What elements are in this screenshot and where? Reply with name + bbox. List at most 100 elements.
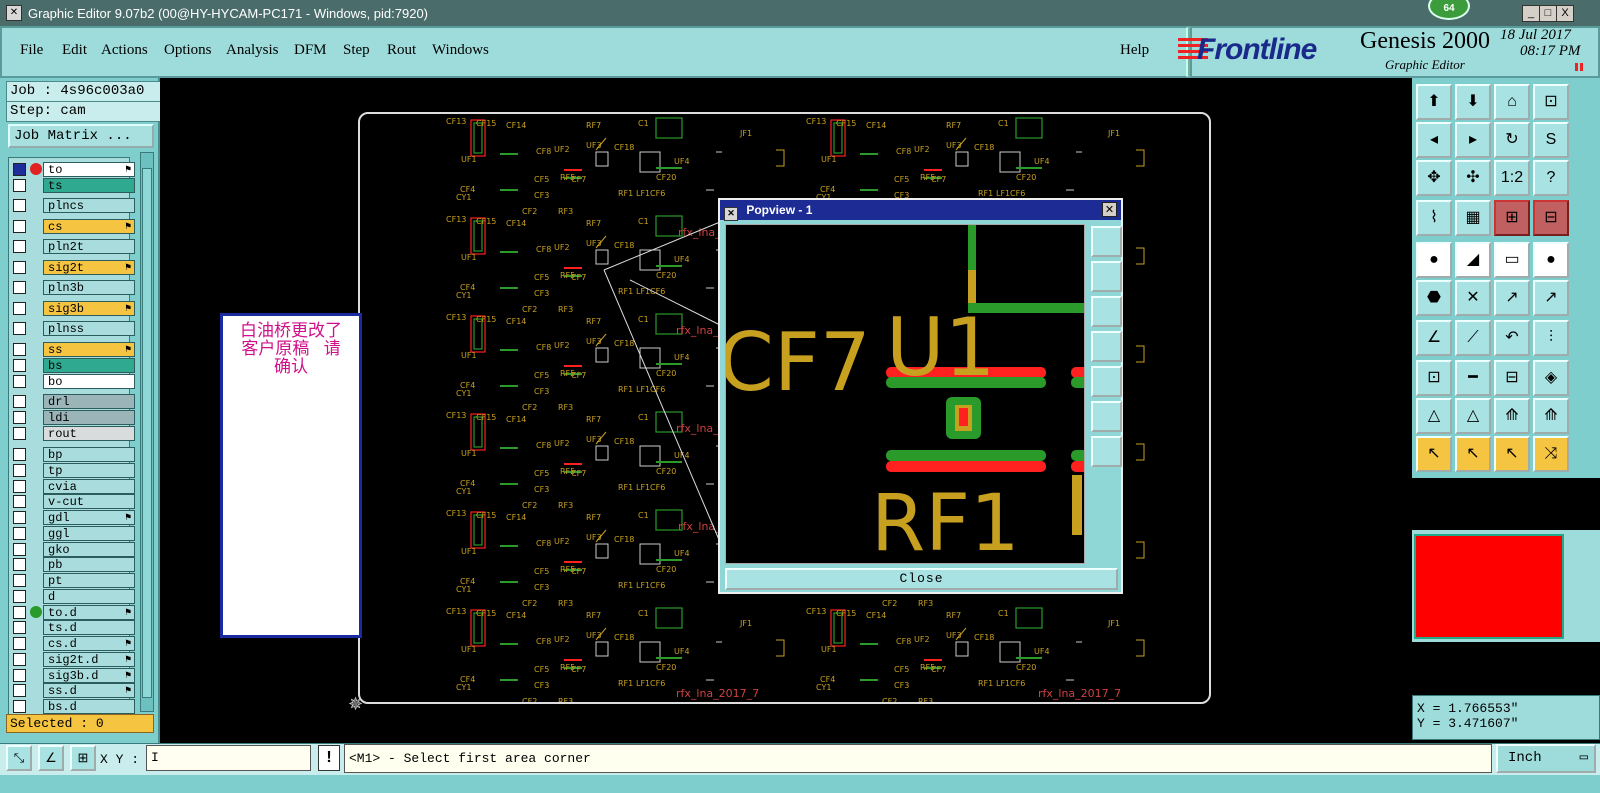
- layer-name[interactable]: rout: [43, 426, 135, 441]
- pointer-path-icon[interactable]: ⤨: [1533, 436, 1569, 472]
- menu-file[interactable]: File: [20, 42, 43, 59]
- popview-zoom-in-icon[interactable]: [1091, 226, 1122, 257]
- layer-checkbox[interactable]: [13, 495, 26, 508]
- menu-step[interactable]: Step: [343, 42, 370, 59]
- pointer-box-icon[interactable]: ↖: [1455, 436, 1491, 472]
- layer-name[interactable]: plncs: [43, 198, 135, 213]
- layer-grid-icon[interactable]: ⊟: [1533, 200, 1569, 236]
- slope-line-icon[interactable]: ⟋: [1455, 320, 1491, 356]
- layer-name[interactable]: tp: [43, 463, 135, 478]
- popview-pan-left-icon[interactable]: [1091, 331, 1122, 362]
- layer-checkbox[interactable]: [13, 220, 26, 233]
- snap-toggle-icon[interactable]: ⌇: [1416, 200, 1452, 236]
- align-tool-icon[interactable]: ⊡: [1416, 360, 1452, 396]
- layer-checkbox[interactable]: [13, 240, 26, 253]
- redraw-icon[interactable]: ↻: [1494, 122, 1530, 158]
- layer-name[interactable]: pln2t: [43, 239, 135, 254]
- layer-name[interactable]: ts.d: [43, 620, 135, 635]
- menu-edit[interactable]: Edit: [62, 42, 87, 59]
- layer-checkbox[interactable]: [13, 511, 26, 524]
- zoom-toggle-icon[interactable]: S: [1533, 122, 1569, 158]
- layer-name[interactable]: sig2t.d ⚑: [43, 652, 135, 667]
- layer-checkbox[interactable]: [13, 464, 26, 477]
- minimize-button[interactable]: _: [1522, 5, 1540, 22]
- layer-name[interactable]: sig2t ⚑: [43, 260, 135, 275]
- popview-fit-icon[interactable]: [1091, 436, 1122, 467]
- xy-input[interactable]: I: [146, 745, 311, 771]
- grid-toggle-icon[interactable]: ▦: [1455, 200, 1491, 236]
- popview-pan-up-icon[interactable]: [1091, 261, 1122, 292]
- area-select-icon[interactable]: ⟰: [1494, 398, 1530, 434]
- layer-checkbox[interactable]: [13, 411, 26, 424]
- zoom-out-icon[interactable]: ✣: [1455, 160, 1491, 196]
- layer-name[interactable]: cvia: [43, 479, 135, 494]
- menu-help[interactable]: Help: [1120, 42, 1149, 59]
- layer-name[interactable]: sig3b ⚑: [43, 301, 135, 316]
- layer-name[interactable]: ss.d ⚑: [43, 683, 135, 698]
- popview-title-bar[interactable]: ✕ Popview - 1: [720, 200, 1121, 221]
- layer-name[interactable]: bo: [43, 374, 135, 389]
- popview-pan-right-icon[interactable]: [1091, 366, 1122, 397]
- layer-checkbox[interactable]: [13, 621, 26, 634]
- job-matrix-button[interactable]: Job Matrix ...: [8, 124, 154, 148]
- overview-map[interactable]: [1414, 534, 1564, 639]
- layer-name[interactable]: v-cut: [43, 494, 135, 509]
- layer-checkbox[interactable]: [13, 343, 26, 356]
- line-draw-icon[interactable]: ◢: [1455, 242, 1491, 278]
- layer-name[interactable]: pt: [43, 573, 135, 588]
- area-select-alt-icon[interactable]: ⟰: [1533, 398, 1569, 434]
- popview-zoom-out-icon[interactable]: [1091, 401, 1122, 432]
- menu-dfm[interactable]: DFM: [294, 42, 327, 59]
- layer-checkbox[interactable]: [13, 653, 26, 666]
- popview-zoom-view[interactable]: CF7 U1 RF1: [725, 224, 1085, 564]
- layer-name[interactable]: plnss: [43, 321, 135, 336]
- snap-mode-icon[interactable]: ⤡: [6, 745, 32, 771]
- pan-left-icon[interactable]: ◂: [1416, 122, 1452, 158]
- layer-name[interactable]: gko: [43, 542, 135, 557]
- layer-checkbox[interactable]: [13, 199, 26, 212]
- layer-scrollbar-thumb[interactable]: [142, 168, 152, 698]
- layer-name[interactable]: ldi: [43, 410, 135, 425]
- layer-checkbox[interactable]: [13, 375, 26, 388]
- menu-windows[interactable]: Windows: [432, 42, 489, 59]
- angle-mode-icon[interactable]: ∠: [38, 745, 64, 771]
- layer-name[interactable]: drl: [43, 394, 135, 409]
- delete-tool-icon[interactable]: ✕: [1455, 280, 1491, 316]
- popview-close-icon[interactable]: ✕: [1102, 202, 1117, 217]
- layer-checkbox[interactable]: [13, 427, 26, 440]
- layer-name[interactable]: pb: [43, 557, 135, 572]
- layer-checkbox[interactable]: [13, 359, 26, 372]
- zoom-fit-icon[interactable]: ⌂: [1494, 84, 1530, 120]
- layer-name[interactable]: d: [43, 589, 135, 604]
- popview-pan-down-icon[interactable]: [1091, 296, 1122, 327]
- circle-tool-icon[interactable]: ●: [1533, 242, 1569, 278]
- resize-tool-icon[interactable]: ⊟: [1494, 360, 1530, 396]
- close-window-button[interactable]: X: [1556, 5, 1574, 22]
- triangle-select-icon[interactable]: △: [1416, 398, 1452, 434]
- home-view-icon[interactable]: ⬆: [1416, 84, 1452, 120]
- layer-checkbox[interactable]: [13, 558, 26, 571]
- layer-checkbox[interactable]: [13, 574, 26, 587]
- alert-button[interactable]: !: [318, 745, 340, 771]
- menu-actions[interactable]: Actions: [101, 42, 148, 59]
- layer-checkbox[interactable]: [13, 163, 26, 176]
- move-tool-icon[interactable]: ↗: [1494, 280, 1530, 316]
- layer-name[interactable]: ss ⚑: [43, 342, 135, 357]
- menu-rout[interactable]: Rout: [387, 42, 416, 59]
- layer-name[interactable]: bp: [43, 447, 135, 462]
- layer-display-icon[interactable]: ⊞: [1494, 200, 1530, 236]
- unit-selector[interactable]: Inch ▭: [1496, 744, 1596, 773]
- pan-right-icon[interactable]: ▸: [1455, 122, 1491, 158]
- zoom-in-icon[interactable]: ✥: [1416, 160, 1452, 196]
- layer-checkbox[interactable]: [13, 606, 26, 619]
- pointer-box-alt-icon[interactable]: ↖: [1494, 436, 1530, 472]
- layer-checkbox[interactable]: [13, 395, 26, 408]
- help-icon[interactable]: ?: [1533, 160, 1569, 196]
- zoom-page-icon[interactable]: ⬇: [1455, 84, 1491, 120]
- layer-checkbox[interactable]: [13, 302, 26, 315]
- layer-checkbox[interactable]: [13, 179, 26, 192]
- scale-1-2-icon[interactable]: 1:2: [1494, 160, 1530, 196]
- zoom-window-icon[interactable]: ⊡: [1533, 84, 1569, 120]
- layer-checkbox[interactable]: [13, 669, 26, 682]
- maximize-button[interactable]: □: [1539, 5, 1557, 22]
